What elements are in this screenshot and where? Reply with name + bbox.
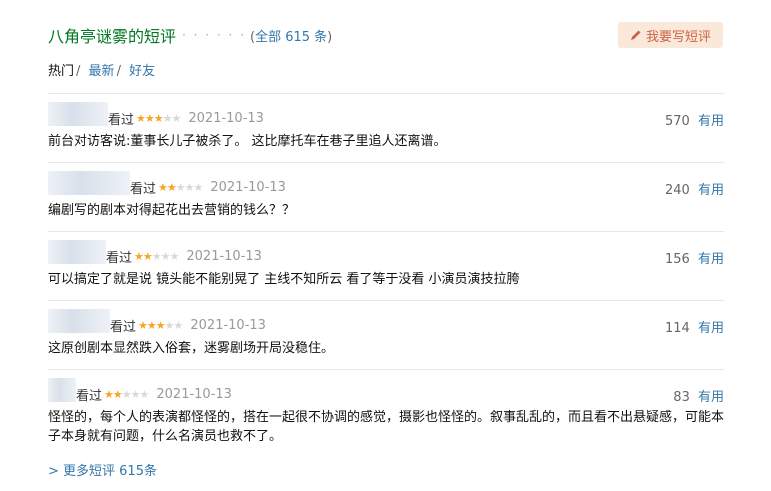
blurred-username[interactable] bbox=[48, 171, 130, 195]
tab-latest[interactable]: 最新 bbox=[89, 64, 115, 79]
star-filled-icon: ★ bbox=[166, 180, 177, 194]
star-empty-icon: ★ bbox=[169, 249, 180, 263]
star-filled-icon: ★ bbox=[136, 111, 146, 125]
star-empty-icon: ★ bbox=[162, 111, 173, 125]
useful-button[interactable]: 有用 bbox=[698, 183, 724, 198]
comment-meta: 看过 ★★★★★ 2021-10-13 bbox=[48, 378, 232, 404]
rating-stars: ★★★★★ bbox=[136, 111, 182, 125]
comment-meta: 看过 ★★★★★ 2021-10-13 bbox=[48, 171, 286, 197]
star-filled-icon: ★ bbox=[158, 180, 168, 194]
vote-area: 83 有用 bbox=[673, 386, 724, 405]
star-filled-icon: ★ bbox=[138, 318, 148, 332]
star-filled-icon: ★ bbox=[155, 318, 166, 332]
star-filled-icon: ★ bbox=[142, 249, 153, 263]
watched-status: 看过 bbox=[110, 319, 137, 335]
comment-meta: 看过 ★★★★★ 2021-10-13 bbox=[48, 240, 262, 266]
star-empty-icon: ★ bbox=[121, 387, 132, 401]
star-filled-icon: ★ bbox=[134, 249, 144, 263]
tab-friends[interactable]: 好友 bbox=[129, 64, 155, 79]
total-count: (全部 615 条) bbox=[249, 29, 333, 45]
title-dots: · · · · · · bbox=[182, 28, 246, 42]
comment-item: 看过 ★★★★★ 2021-10-13 114 有用 这原创剧本显然跌入俗套，迷… bbox=[48, 300, 724, 370]
star-filled-icon: ★ bbox=[146, 318, 157, 332]
all-comments-link[interactable]: 全部 615 条 bbox=[255, 30, 327, 45]
vote-count: 240 bbox=[665, 183, 690, 198]
star-empty-icon: ★ bbox=[173, 318, 184, 332]
watched-status: 看过 bbox=[76, 388, 103, 404]
tab-hot[interactable]: 热门 bbox=[48, 64, 74, 79]
comment-meta: 看过 ★★★★★ 2021-10-13 bbox=[48, 309, 266, 335]
comment-date: 2021-10-13 bbox=[186, 248, 262, 264]
star-empty-icon: ★ bbox=[130, 387, 141, 401]
write-comment-label: 我要写短评 bbox=[645, 29, 711, 45]
watched-status: 看过 bbox=[108, 112, 135, 128]
comment-item: 看过 ★★★★★ 2021-10-13 83 有用 怪怪的，每个人的表演都怪怪的… bbox=[48, 369, 724, 458]
watched-status: 看过 bbox=[106, 250, 133, 266]
star-empty-icon: ★ bbox=[160, 249, 171, 263]
comment-date: 2021-10-13 bbox=[156, 386, 232, 402]
star-empty-icon: ★ bbox=[164, 318, 175, 332]
comment-text: 怪怪的，每个人的表演都怪怪的，搭在一起很不协调的感觉，摄影也怪怪的。叙事乱乱的，… bbox=[48, 410, 725, 444]
useful-button[interactable]: 有用 bbox=[698, 390, 724, 405]
blurred-username[interactable] bbox=[48, 378, 76, 402]
useful-button[interactable]: 有用 bbox=[698, 114, 724, 129]
vote-area: 240 有用 bbox=[665, 179, 724, 198]
vote-count: 83 bbox=[673, 390, 690, 405]
star-empty-icon: ★ bbox=[184, 180, 195, 194]
write-comment-button[interactable]: 我要写短评 bbox=[618, 22, 723, 48]
useful-button[interactable]: 有用 bbox=[698, 321, 724, 336]
rating-stars: ★★★★★ bbox=[138, 318, 184, 332]
comment-text: 前台对访客说:董事长儿子被杀了。 这比摩托车在巷子里追人还离谱。 bbox=[48, 134, 447, 149]
comment-meta: 看过 ★★★★★ 2021-10-13 bbox=[48, 102, 264, 128]
star-empty-icon: ★ bbox=[151, 249, 162, 263]
vote-count: 114 bbox=[665, 321, 690, 336]
tab-separator: / bbox=[116, 64, 121, 79]
rating-stars: ★★★★★ bbox=[104, 387, 150, 401]
comment-date: 2021-10-13 bbox=[210, 179, 286, 195]
vote-count: 570 bbox=[665, 114, 690, 129]
tab-separator: / bbox=[76, 64, 81, 79]
blurred-username[interactable] bbox=[48, 240, 106, 264]
section-title: 八角亭谜雾的短评 bbox=[48, 27, 177, 46]
star-filled-icon: ★ bbox=[104, 387, 114, 401]
comment-item: 看过 ★★★★★ 2021-10-13 240 有用 编剧写的剧本对得起花出去营… bbox=[48, 162, 724, 232]
star-filled-icon: ★ bbox=[112, 387, 123, 401]
star-empty-icon: ★ bbox=[175, 180, 186, 194]
watched-status: 看过 bbox=[130, 181, 157, 197]
sort-tabs: 热门 / 最新 / 好友 bbox=[48, 60, 155, 79]
star-filled-icon: ★ bbox=[144, 111, 155, 125]
blurred-username[interactable] bbox=[48, 309, 110, 333]
vote-area: 570 有用 bbox=[665, 110, 724, 129]
comment-date: 2021-10-13 bbox=[190, 317, 266, 333]
vote-area: 114 有用 bbox=[665, 317, 724, 336]
rating-stars: ★★★★★ bbox=[134, 249, 180, 263]
comment-text: 可以搞定了就是说 镜头能不能别晃了 主线不知所云 看了等于没看 小演员演技拉胯 bbox=[48, 272, 520, 287]
comment-item: 看过 ★★★★★ 2021-10-13 570 有用 前台对访客说:董事长儿子被… bbox=[48, 93, 724, 163]
blurred-username[interactable] bbox=[48, 102, 108, 126]
comment-text: 这原创剧本显然跌入俗套，迷雾剧场开局没稳住。 bbox=[48, 341, 335, 356]
comment-item: 看过 ★★★★★ 2021-10-13 156 有用 可以搞定了就是说 镜头能不… bbox=[48, 231, 724, 301]
star-filled-icon: ★ bbox=[153, 111, 164, 125]
comments-header: 八角亭谜雾的短评 · · · · · · (全部 615 条) bbox=[48, 23, 332, 47]
rating-stars: ★★★★★ bbox=[158, 180, 204, 194]
pencil-icon bbox=[630, 30, 641, 40]
vote-area: 156 有用 bbox=[665, 248, 724, 267]
comment-text: 编剧写的剧本对得起花出去营销的钱么？？ bbox=[48, 203, 296, 218]
comment-date: 2021-10-13 bbox=[188, 110, 264, 126]
star-empty-icon: ★ bbox=[193, 180, 204, 194]
vote-count: 156 bbox=[665, 252, 690, 267]
more-comments-link[interactable]: > 更多短评 615条 bbox=[48, 460, 157, 479]
useful-button[interactable]: 有用 bbox=[698, 252, 724, 267]
star-empty-icon: ★ bbox=[171, 111, 182, 125]
star-empty-icon: ★ bbox=[139, 387, 150, 401]
